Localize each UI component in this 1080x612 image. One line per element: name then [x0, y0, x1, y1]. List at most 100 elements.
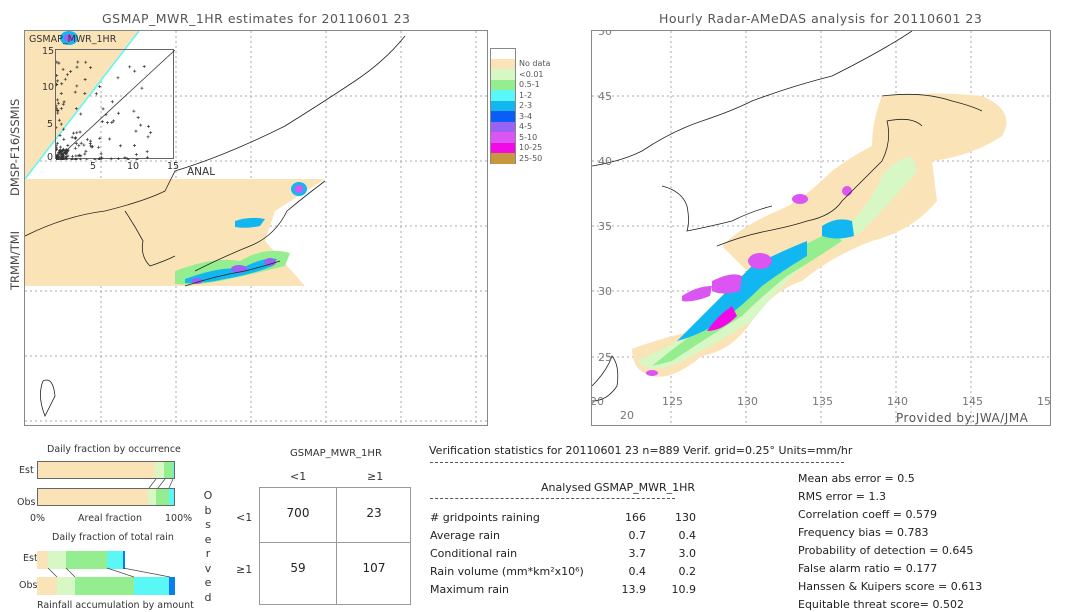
- lat-tick: 25: [598, 351, 612, 364]
- data-credit: Provided by:JWA/JMA: [896, 411, 1029, 425]
- stat-analysed: 0.4: [628, 565, 647, 578]
- legend-item: 0.5-1: [490, 79, 550, 90]
- bar-segment: [164, 462, 173, 478]
- observed-letter: r: [205, 547, 211, 560]
- legend-swatch: [490, 142, 516, 153]
- col-header: <1: [290, 470, 307, 483]
- inset-label: GSMAP_MWR_1HR: [29, 34, 117, 45]
- inset-xtick: 10: [127, 161, 140, 172]
- legend-swatch: [490, 153, 516, 164]
- stat-gsmap: 10.9: [671, 583, 697, 596]
- rain-obs-bar: [37, 577, 175, 595]
- stat-analysed: 166: [625, 511, 646, 524]
- legend-item: 5-10: [490, 132, 550, 143]
- bar-segment: [169, 577, 175, 595]
- bar-segment: [154, 462, 165, 478]
- bar-connectors: [47, 479, 174, 578]
- row-header: ≥1: [236, 563, 253, 576]
- stat-gsmap: 130: [675, 511, 696, 524]
- legend-swatch: [490, 121, 516, 132]
- stat-gsmap: 0.4: [678, 529, 697, 542]
- lat-tick: 50: [598, 30, 612, 38]
- score-item: Mean abs error = 0.5: [798, 472, 915, 485]
- lat-tick: 40: [598, 155, 612, 168]
- legend-swatch: [490, 100, 516, 111]
- legend-label: 4-5: [519, 122, 533, 132]
- legend-label: 0.5-1: [519, 80, 540, 90]
- stat-gsmap: 0.2: [678, 565, 697, 578]
- score-item: RMS error = 1.3: [798, 490, 886, 503]
- bar-segment: [172, 462, 174, 478]
- stat-analysed: 13.9: [621, 583, 647, 596]
- lat-tick: 35: [598, 220, 612, 233]
- inset-ytick: 5: [47, 119, 54, 130]
- stat-analysed: 0.7: [628, 529, 647, 542]
- legend-swatch: [490, 48, 516, 59]
- legend-item: 2-3: [490, 100, 550, 111]
- lat-tick: 30: [598, 285, 612, 298]
- legend-item: 10-25: [490, 142, 550, 153]
- lon-tick: 135: [812, 395, 833, 408]
- legend-label: 10-25: [519, 143, 543, 153]
- bar-segment: [133, 577, 170, 595]
- legend-label: 2-3: [519, 101, 533, 111]
- legend-item: 1-2: [490, 90, 550, 101]
- observed-letter: e: [204, 576, 212, 589]
- score-item: Correlation coeff = 0.579: [798, 508, 937, 521]
- observed-letter: b: [204, 503, 212, 517]
- col-gsmap: GSMAP_MWR_1HR: [594, 481, 696, 494]
- legend-item: <0.01: [490, 69, 550, 80]
- observed-letter: e: [204, 532, 212, 546]
- legend-label: <0.01: [519, 69, 544, 79]
- lon-tick: 145: [962, 395, 983, 408]
- obs-label: Obs: [19, 580, 38, 591]
- left-map: GSMAP_MWR_1HR 15 10 5 0 5 10 15 ANAL: [24, 30, 488, 426]
- stat-label: # gridpoints raining: [430, 511, 540, 524]
- inset-xtick: 5: [90, 161, 97, 172]
- score-item: Probability of detection = 0.645: [798, 544, 974, 557]
- obs-label: Obs: [17, 497, 36, 508]
- col-analysed: Analysed: [541, 481, 592, 494]
- observed-letter: v: [204, 561, 212, 575]
- cell-hit-none: 700: [286, 506, 310, 520]
- bar-segment: [74, 577, 134, 595]
- legend-swatch: [490, 111, 516, 122]
- legend-swatch: [490, 132, 516, 143]
- inset-ytick: 15: [42, 46, 55, 57]
- sensor-label-trmm: TRMM/TMI: [8, 230, 22, 290]
- legend-label: 5-10: [519, 132, 538, 142]
- legend-label: 25-50: [519, 153, 543, 163]
- lat-tick: 45: [598, 90, 612, 103]
- score-item: Frequency bias = 0.783: [798, 526, 929, 539]
- lat-tick: 20: [620, 409, 634, 422]
- legend-swatch: [490, 69, 516, 80]
- legend-label: No data: [519, 59, 551, 69]
- legend-swatch: [490, 79, 516, 90]
- bar-segment: [38, 462, 155, 478]
- legend-swatch: [490, 90, 516, 101]
- left-map-title: GSMAP_MWR_1HR estimates for 20110601 23: [102, 11, 411, 26]
- bar-segment: [57, 577, 75, 595]
- color-legend: No data <0.01 0.5-1 1-2 2-3 3-4 4-5 5-10 10-25 25…: [490, 48, 550, 164]
- lon-tick: 15: [1037, 395, 1051, 408]
- score-item: Hanssen & Kuipers score = 0.613: [798, 580, 983, 593]
- legend-item: No data: [490, 58, 551, 69]
- legend-label: 1-2: [519, 90, 533, 100]
- stat-label: Maximum rain: [430, 583, 509, 596]
- right-map: 50 45 40 35 30 25 20 20 125 130 135 140 …: [591, 30, 1051, 426]
- lon-tick: 140: [887, 395, 908, 408]
- contingency-table: 700 23 59 107: [259, 487, 411, 605]
- stats-header: Verification statistics for 20110601 23 …: [429, 444, 853, 457]
- inset-ytick: 10: [42, 82, 55, 93]
- occurrence-est-bar: [37, 461, 175, 479]
- est-label: Est: [23, 553, 38, 564]
- inset-ytick: 0: [47, 152, 54, 163]
- right-map-title: Hourly Radar-AMeDAS analysis for 2011060…: [659, 11, 983, 26]
- legend-item: 4-5: [490, 121, 550, 132]
- cell-miss: 59: [290, 561, 306, 575]
- legend-item: 25-50: [490, 153, 550, 164]
- sensor-label-dmsp: DMSP-F16/SSMIS: [8, 98, 22, 196]
- total-rain-caption: Rainfall accumulation by amount: [37, 600, 194, 611]
- right-map-canvas: [592, 31, 1050, 425]
- inset-xtick: 15: [167, 161, 180, 172]
